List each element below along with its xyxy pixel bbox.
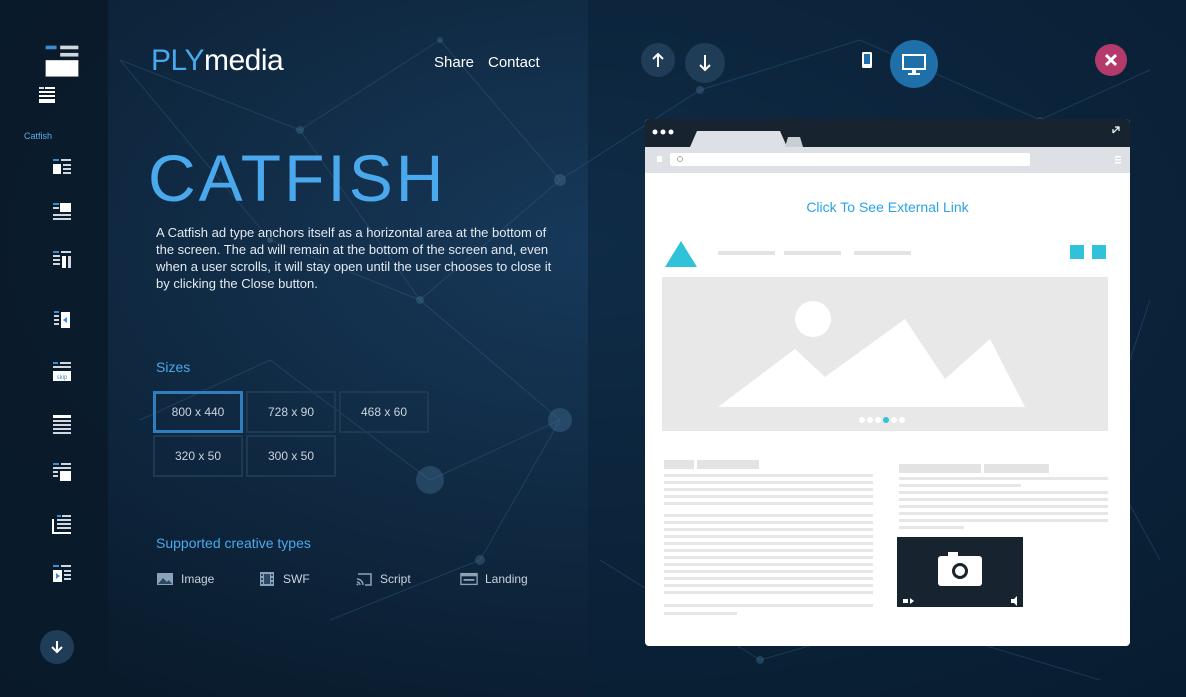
browser-tabs — [652, 126, 1120, 147]
size-option[interactable]: 300 x 50 — [246, 435, 336, 477]
arrow-up-icon — [652, 52, 664, 67]
creative-type-label: Script — [380, 572, 411, 586]
creative-type-landing: Landing — [460, 571, 528, 587]
sidebar-item-standard-banner[interactable] — [42, 45, 82, 78]
creative-type-image: Image — [156, 571, 214, 587]
creative-type-label: Landing — [485, 572, 528, 586]
creative-types-heading: Supported creative types — [156, 535, 311, 551]
sidebar-item-interstitial[interactable] — [42, 456, 82, 488]
logo-ply-text: PLY — [151, 44, 204, 77]
logo-media-text: media — [203, 44, 284, 77]
film-icon — [260, 572, 274, 586]
layout-expanding-icon — [53, 203, 71, 220]
nav-share-link[interactable]: Share — [434, 54, 474, 71]
browser-address-bar — [645, 147, 1130, 173]
mobile-view-toggle[interactable] — [857, 48, 877, 72]
layout-scroll-icon — [52, 515, 71, 534]
scroll-up-button[interactable] — [641, 43, 675, 77]
creative-type-label: SWF — [283, 572, 310, 586]
active-item-label: Catfish — [23, 131, 52, 141]
layout-slider-icon — [54, 311, 70, 328]
size-option[interactable]: 468 x 60 — [339, 391, 429, 433]
image-icon — [157, 573, 173, 585]
sidebar-item-expanding-banner[interactable] — [42, 196, 82, 228]
close-button[interactable] — [1095, 44, 1127, 76]
sizes-heading: Sizes — [156, 359, 191, 375]
layout-fullpage-icon — [53, 415, 71, 434]
mobile-phone-icon — [862, 52, 872, 68]
ad-type-description: A Catfish ad type anchors itself as a ho… — [156, 225, 552, 291]
sidebar-item-catfish[interactable] — [36, 84, 58, 111]
sidebar-item-inline-banner[interactable] — [42, 244, 82, 276]
close-icon — [1104, 53, 1118, 67]
layout-video-icon — [53, 159, 71, 174]
desktop-monitor-icon — [902, 54, 926, 75]
landing-page-icon — [460, 572, 478, 586]
sidebar-item-video-inline[interactable] — [42, 558, 82, 590]
cast-icon — [356, 573, 372, 586]
mock-webpage-content — [662, 241, 1108, 615]
sidebar-item-side-slider[interactable] — [42, 304, 82, 336]
layout-inline-icon — [53, 251, 71, 268]
layout-standard-icon — [45, 45, 79, 77]
desktop-view-toggle[interactable] — [890, 40, 938, 88]
sidebar-item-skippable[interactable]: skip — [42, 356, 82, 388]
sidebar-item-scroll-reveal[interactable] — [42, 508, 82, 540]
creative-type-label: Image — [181, 572, 215, 586]
sidebar-item-full-page[interactable] — [42, 408, 82, 440]
external-link[interactable]: Click To See External Link — [645, 199, 1130, 215]
browser-title-bar — [645, 119, 1130, 147]
layout-video-inline-icon — [53, 565, 71, 582]
plymedia-logo[interactable]: PLYmedia — [151, 44, 284, 78]
size-option[interactable]: 728 x 90 — [246, 391, 336, 433]
arrow-down-icon — [51, 641, 63, 654]
sidebar-item-video-banner[interactable] — [42, 152, 82, 184]
page-title: CATFISH — [148, 141, 447, 215]
ad-preview-browser: Click To See External Link — [645, 119, 1130, 646]
scroll-down-button[interactable] — [685, 43, 725, 83]
size-option[interactable]: 800 x 440 — [153, 391, 243, 433]
sidebar-scroll-down-button[interactable] — [40, 630, 74, 664]
size-option[interactable]: 320 x 50 — [153, 435, 243, 477]
creative-type-swf: SWF — [258, 571, 310, 587]
layout-skip-icon: skip — [53, 362, 71, 381]
nav-contact-link[interactable]: Contact — [488, 54, 540, 71]
creative-type-script: Script — [355, 571, 411, 587]
arrow-down-icon — [699, 55, 711, 72]
layout-interstitial-icon — [53, 463, 71, 481]
layout-catfish-icon — [39, 87, 55, 103]
svg-text:skip: skip — [57, 375, 68, 381]
